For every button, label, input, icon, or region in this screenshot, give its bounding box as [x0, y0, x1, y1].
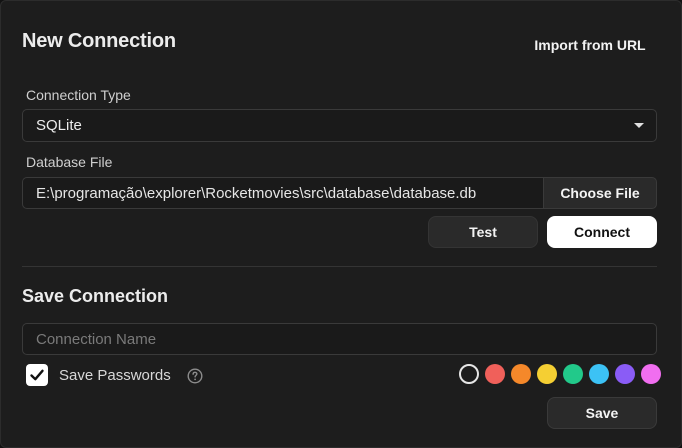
color-swatch-sky[interactable] — [589, 364, 609, 384]
help-icon[interactable] — [187, 368, 203, 384]
save-passwords-checkbox[interactable] — [26, 364, 48, 386]
connect-button[interactable]: Connect — [547, 216, 657, 248]
database-file-input[interactable] — [22, 177, 544, 209]
dialog-title: New Connection — [22, 30, 176, 52]
color-swatch-pink[interactable] — [641, 364, 661, 384]
color-swatch-red[interactable] — [485, 364, 505, 384]
test-button[interactable]: Test — [428, 216, 538, 248]
connection-type-select[interactable]: SQLite — [22, 109, 657, 142]
connection-type-value: SQLite — [36, 117, 82, 134]
save-button[interactable]: Save — [547, 397, 657, 429]
new-connection-dialog: New Connection Import from URL Connectio… — [0, 0, 682, 448]
save-passwords-label: Save Passwords — [59, 367, 171, 384]
color-swatch-none[interactable] — [459, 364, 479, 384]
connection-type-label: Connection Type — [26, 87, 131, 103]
color-swatch-yellow[interactable] — [537, 364, 557, 384]
color-swatch-orange[interactable] — [511, 364, 531, 384]
chevron-down-icon — [634, 123, 644, 128]
divider — [22, 266, 657, 267]
checkmark-icon — [30, 369, 44, 381]
choose-file-button[interactable]: Choose File — [543, 177, 657, 209]
color-swatch-green[interactable] — [563, 364, 583, 384]
save-connection-title: Save Connection — [22, 286, 169, 306]
color-swatch-purple[interactable] — [615, 364, 635, 384]
connection-name-input[interactable] — [22, 323, 657, 355]
database-file-label: Database File — [26, 154, 113, 170]
import-from-url-button[interactable]: Import from URL — [525, 33, 655, 57]
